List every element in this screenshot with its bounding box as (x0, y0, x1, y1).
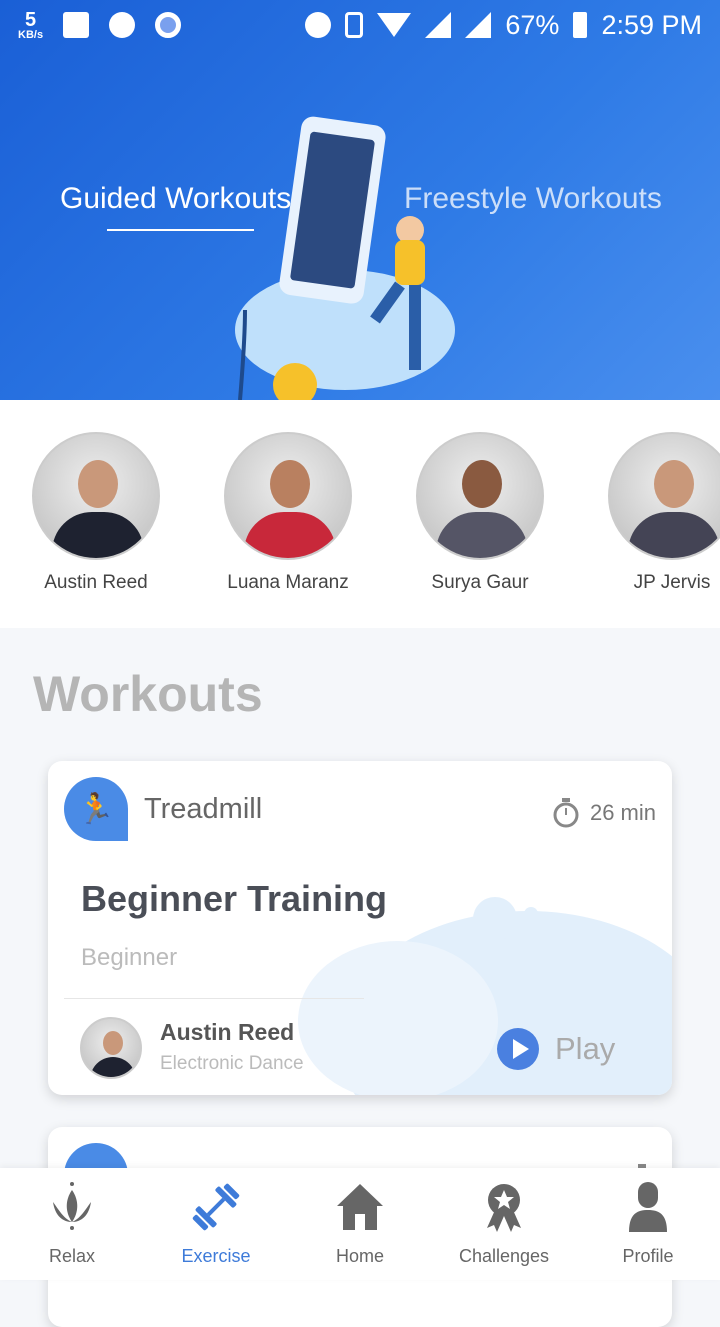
avatar (608, 432, 720, 560)
trainer-list: Austin Reed Luana Maranz Surya Gaur JP J… (0, 400, 720, 628)
image-icon (63, 12, 90, 38)
home-icon (337, 1184, 383, 1230)
workout-title: Beginner Training (81, 878, 388, 919)
person-icon (629, 1182, 667, 1232)
workout-level: Beginner (81, 944, 178, 971)
award-icon (487, 1184, 521, 1232)
stopwatch-icon (553, 798, 579, 828)
music-genre: Electronic Dance (160, 1053, 304, 1074)
record-icon (155, 12, 182, 38)
treadmill-icon: 🏃 (64, 777, 128, 841)
trainer-item[interactable]: Surya Gaur (405, 432, 555, 594)
status-bar: 5 KB/s 67% 2:59 PM (0, 0, 720, 50)
active-tab-indicator (107, 229, 254, 231)
avatar (224, 432, 352, 560)
trainer-item[interactable]: Austin Reed (21, 432, 171, 594)
nav-relax[interactable]: Relax (0, 1180, 144, 1267)
tab-freestyle-workouts[interactable]: Freestyle Workouts (404, 182, 662, 216)
nav-exercise[interactable]: Exercise (144, 1180, 288, 1267)
workout-duration: 26 min (552, 797, 656, 829)
signal-icon (425, 12, 452, 38)
divider (64, 998, 364, 999)
signal-icon (465, 12, 492, 38)
net-speed: 5 KB/s (18, 8, 44, 41)
vibrate-icon (345, 12, 364, 38)
avatar (416, 432, 544, 560)
hero-banner: 5 KB/s 67% 2:59 PM Guided Workouts Freest… (0, 0, 720, 400)
play-icon (497, 1028, 539, 1070)
workout-category: Treadmill (144, 793, 263, 825)
trainer-item[interactable]: Luana Maranz (213, 432, 363, 594)
nav-challenges[interactable]: Challenges (432, 1180, 576, 1267)
add-circle-icon (305, 12, 332, 38)
nav-profile[interactable]: Profile (576, 1180, 720, 1267)
dumbbell-icon (192, 1183, 240, 1231)
play-button[interactable]: Play (497, 1028, 615, 1070)
section-title: Workouts (33, 666, 263, 722)
nav-home[interactable]: Home (288, 1180, 432, 1267)
bottom-nav: Relax Exercise Home Challenges Profile (0, 1168, 720, 1280)
clock: 2:59 PM (601, 9, 702, 40)
trainer-name: Austin Reed (160, 1019, 295, 1045)
trainer-item[interactable]: JP Jervis (597, 432, 720, 594)
trainer-avatar (80, 1017, 142, 1079)
avatar (32, 432, 160, 560)
battery-icon (573, 12, 588, 38)
lotus-icon (53, 1182, 91, 1230)
bug-icon (109, 12, 136, 38)
tab-guided-workouts[interactable]: Guided Workouts (60, 182, 291, 216)
wifi-icon (377, 13, 412, 37)
workout-card[interactable]: 🏃 Treadmill 26 min Beginner Training Beg… (48, 761, 672, 1095)
battery-percent: 67% (505, 9, 560, 40)
hero-illustration (235, 116, 455, 400)
